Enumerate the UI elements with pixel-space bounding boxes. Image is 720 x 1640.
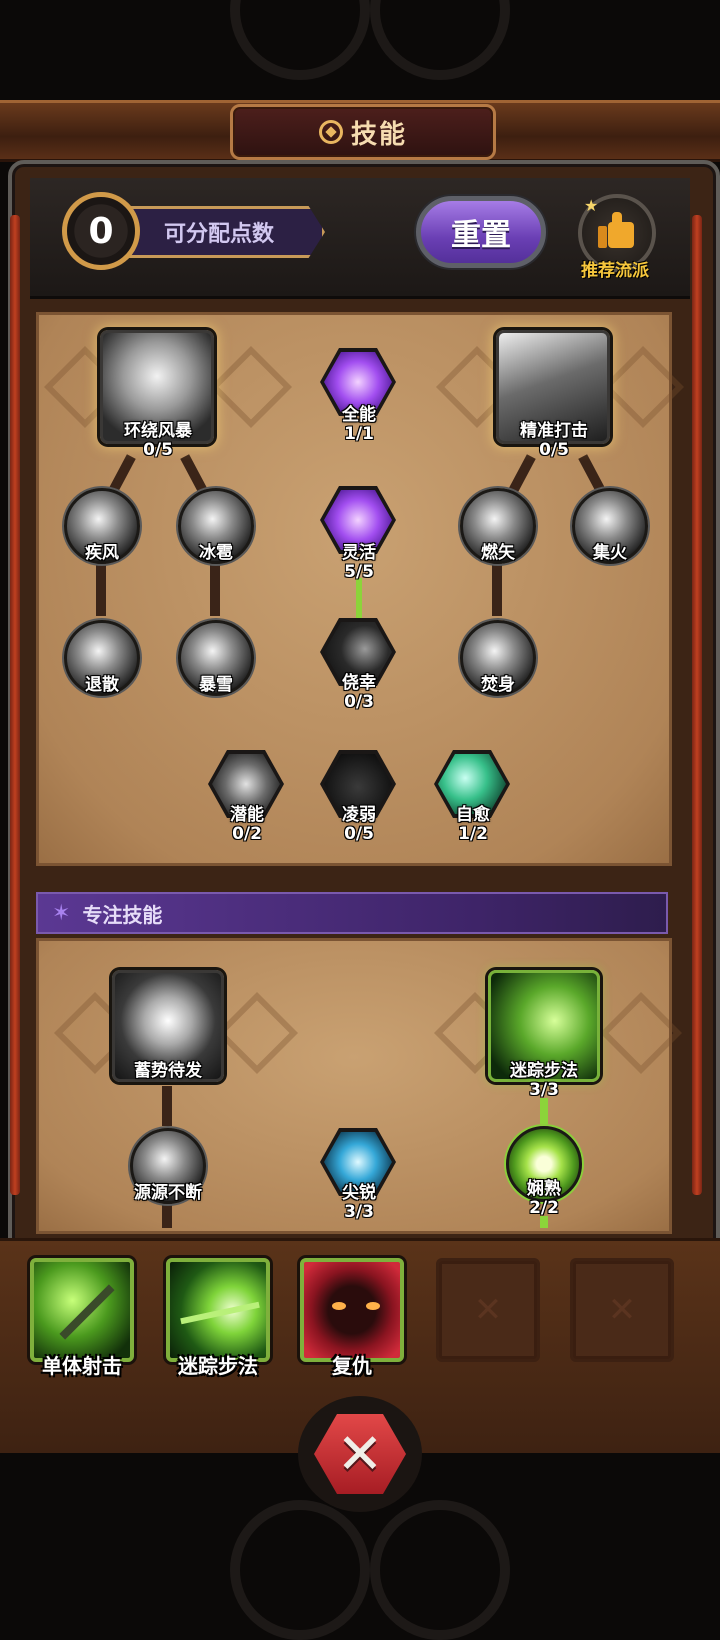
- backdrop-ornament: [230, 0, 370, 80]
- close-icon: ✕: [336, 1421, 384, 1487]
- skill-node-ziyu[interactable]: 自愈 1/2: [418, 750, 528, 850]
- skill-name: 侥幸: [342, 673, 376, 693]
- skill-node-fenshen[interactable]: 焚身: [458, 620, 538, 700]
- skill-level: 0/3: [344, 692, 374, 712]
- recommend-build-label[interactable]: 推荐流派: [572, 256, 658, 281]
- skill-gear-icon: [318, 120, 343, 144]
- skill-name: 暴雪: [199, 675, 233, 695]
- equipped-slot-2[interactable]: [166, 1258, 270, 1362]
- title-plate: 技能: [230, 104, 496, 160]
- equipped-slot-3[interactable]: [300, 1258, 404, 1362]
- skill-name: 迷踪步法: [510, 1061, 578, 1081]
- tree-connector: [162, 1086, 172, 1126]
- skill-node-bingbao[interactable]: 冰雹: [176, 488, 256, 568]
- backdrop-ornament: [370, 1500, 510, 1640]
- skill-name: 精准打击: [520, 421, 588, 441]
- skill-node-quanneng[interactable]: 全能 1/1: [304, 348, 414, 458]
- skill-level: 0/5: [143, 440, 173, 460]
- skill-name: 蓄势待发: [134, 1061, 202, 1081]
- points-counter: 0: [62, 192, 140, 270]
- equipped-slot-4-empty[interactable]: [436, 1258, 540, 1362]
- skill-name: 源源不断: [134, 1183, 202, 1203]
- tree-connector: [210, 560, 220, 616]
- skill-node-huanrao[interactable]: 环绕风暴 0/5: [98, 330, 218, 470]
- skill-level: 0/5: [539, 440, 569, 460]
- sparkle-icon: ★: [584, 196, 599, 215]
- equipped-slot-3-label: 复仇: [332, 1354, 372, 1378]
- skill-node-jingzhun[interactable]: 精准打击 0/5: [494, 330, 614, 470]
- demon-eyes-icon: [332, 1300, 380, 1316]
- focus-skills-title: 专注技能: [82, 902, 163, 927]
- right-rail-decoration: [692, 215, 702, 1195]
- skill-name: 冰雹: [199, 543, 233, 563]
- page-title: 技能: [350, 119, 407, 150]
- skill-node-xushi[interactable]: 蓄势待发: [108, 970, 228, 1090]
- backdrop-ornament: [230, 1500, 370, 1640]
- skill-name: 灵活: [342, 543, 376, 563]
- equipped-slot-5-empty[interactable]: [570, 1258, 674, 1362]
- points-label: 可分配点数: [120, 206, 325, 258]
- skill-name: 焚身: [481, 675, 515, 695]
- tree-connector: [492, 560, 502, 616]
- skill-node-jianrui[interactable]: 尖锐 3/3: [304, 1128, 414, 1228]
- skill-name: 燃矢: [481, 543, 515, 563]
- dash-icon: [180, 1301, 260, 1325]
- reset-button[interactable]: 重置: [416, 196, 546, 268]
- skill-name: 集火: [593, 543, 627, 563]
- focus-skills-header: ✶ 专注技能: [36, 892, 668, 934]
- skill-node-baoxue[interactable]: 暴雪: [176, 620, 256, 700]
- thumbs-up-icon: [598, 212, 636, 248]
- spear-icon: [59, 1284, 115, 1340]
- skill-node-xianshu[interactable]: 娴熟 2/2: [494, 1126, 594, 1230]
- equipped-slot-1-label: 单体射击: [42, 1354, 122, 1378]
- skill-node-jifeng[interactable]: 疾风: [62, 488, 142, 568]
- skill-name: 疾风: [85, 543, 119, 563]
- skill-name: 退散: [85, 675, 119, 695]
- skill-name: 娴熟: [527, 1179, 561, 1199]
- skill-level: 5/5: [344, 562, 374, 582]
- skill-level: 2/2: [529, 1198, 559, 1218]
- equipped-slot-2-label: 迷踪步法: [178, 1354, 258, 1378]
- skill-name: 全能: [342, 405, 376, 425]
- skill-node-yuanyuan[interactable]: 源源不断: [118, 1128, 218, 1208]
- skill-node-ranshi[interactable]: 燃矢: [458, 488, 538, 568]
- left-rail-decoration: [10, 215, 20, 1195]
- tree-connector: [96, 560, 106, 616]
- skill-name: 环绕风暴: [124, 421, 192, 441]
- star-icon: ✶: [52, 900, 71, 926]
- skill-node-jihuo[interactable]: 集火: [570, 488, 650, 568]
- skill-level: 1/1: [344, 424, 374, 444]
- skill-name: 尖锐: [342, 1183, 376, 1203]
- skill-level: 3/3: [529, 1080, 559, 1100]
- skill-node-tuisan[interactable]: 退散: [62, 620, 142, 700]
- backdrop-ornament: [370, 0, 510, 80]
- skill-name: 自愈: [456, 805, 490, 825]
- equipped-slot-1[interactable]: [30, 1258, 134, 1362]
- skill-level: 0/5: [344, 824, 374, 844]
- skill-node-jiaoxing[interactable]: 侥幸 0/3: [304, 618, 414, 728]
- skill-level: 3/3: [344, 1202, 374, 1222]
- skill-level: 0/2: [232, 824, 262, 844]
- skill-node-lingruo[interactable]: 凌弱 0/5: [304, 750, 414, 850]
- skill-level: 1/2: [458, 824, 488, 844]
- skill-node-qianneng[interactable]: 潜能 0/2: [192, 750, 302, 850]
- skill-node-mizong[interactable]: 迷踪步法 3/3: [484, 970, 604, 1110]
- skill-name: 凌弱: [342, 805, 376, 825]
- skill-name: 潜能: [230, 805, 264, 825]
- skill-node-linghuo[interactable]: 灵活 5/5: [304, 486, 414, 586]
